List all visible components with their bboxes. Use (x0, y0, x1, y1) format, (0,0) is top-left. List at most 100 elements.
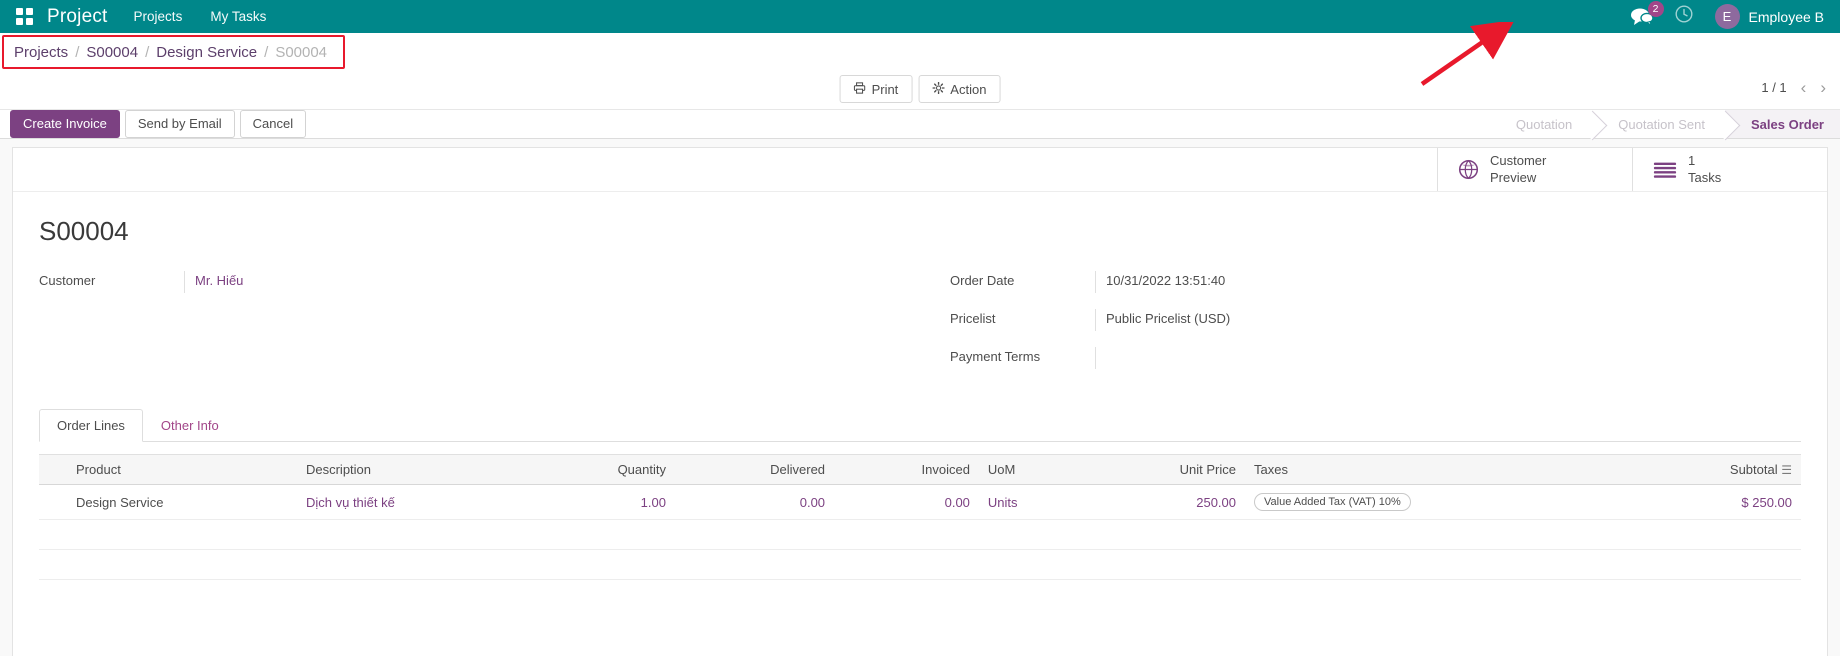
top-navbar: Project Projects My Tasks 2 E (0, 0, 1840, 33)
form-column-right: Order Date 10/31/2022 13:51:40 Pricelist… (920, 271, 1801, 385)
app-brand-project[interactable]: Project (47, 6, 108, 28)
tab-other-info[interactable]: Other Info (143, 409, 237, 442)
column-invoiced[interactable]: Invoiced (834, 455, 979, 485)
stage-sales-order[interactable]: Sales Order (1725, 110, 1840, 138)
column-quantity[interactable]: Quantity (530, 455, 675, 485)
form-column-left: Customer Mr. Hiếu (39, 271, 920, 385)
smart-button-tasks-label: 1 Tasks (1688, 153, 1721, 186)
field-pricelist-label: Pricelist (950, 309, 1095, 326)
nav-item-my-tasks[interactable]: My Tasks (210, 9, 266, 24)
cell-delivered[interactable]: 0.00 (675, 485, 834, 520)
breadcrumb-separator: / (145, 44, 149, 61)
options-toggle-icon[interactable]: ☰ (1781, 463, 1792, 477)
cell-handle (39, 485, 67, 520)
column-unit-price[interactable]: Unit Price (1083, 455, 1245, 485)
smart-button-line1: 1 (1688, 153, 1721, 169)
column-uom[interactable]: UoM (979, 455, 1083, 485)
control-panel: Print Action 1 / (0, 73, 1840, 109)
breadcrumb: Projects / S00004 / Design Service / S00… (2, 35, 345, 69)
cell-unit-price[interactable]: 250.00 (1083, 485, 1245, 520)
statusbar: Create Invoice Send by Email Cancel Quot… (0, 109, 1840, 139)
globe-icon (1458, 159, 1479, 180)
smart-button-customer-preview-label: Customer Preview (1490, 153, 1546, 186)
messages-icon[interactable]: 2 (1631, 8, 1653, 25)
breadcrumb-item-projects[interactable]: Projects (14, 44, 68, 61)
gear-icon (932, 82, 944, 96)
pager: 1 / 1 ‹ › (1761, 79, 1826, 96)
table-header-row: Product Description Quantity Delivered I… (39, 455, 1801, 485)
apps-grid-icon[interactable] (16, 8, 33, 25)
smart-button-tasks[interactable]: 1 Tasks (1632, 148, 1827, 191)
field-pricelist-value[interactable]: Public Pricelist (USD) (1095, 309, 1801, 331)
cell-quantity[interactable]: 1.00 (530, 485, 675, 520)
pager-count: 1 / 1 (1761, 80, 1786, 95)
page-title: S00004 (39, 216, 1801, 247)
cell-empty (39, 550, 1801, 580)
breadcrumb-separator: / (75, 44, 79, 61)
messages-count-badge: 2 (1648, 1, 1664, 17)
sheet-background: Customer Preview (0, 139, 1840, 656)
smart-button-line2: Preview (1490, 170, 1546, 186)
breadcrumb-item-current: S00004 (275, 44, 327, 61)
breadcrumb-item-design-service[interactable]: Design Service (156, 44, 257, 61)
navbar-right-group: 2 E Employee B (1631, 4, 1830, 29)
avatar: E (1715, 4, 1740, 29)
chevron-left-icon[interactable]: ‹ (1801, 79, 1807, 96)
print-button[interactable]: Print (840, 75, 913, 103)
stage-quotation[interactable]: Quotation (1490, 110, 1592, 138)
breadcrumb-item-s00004-project[interactable]: S00004 (86, 44, 138, 61)
status-pipeline: Quotation Quotation Sent Sales Order (1490, 110, 1840, 138)
column-product[interactable]: Product (67, 455, 297, 485)
tasks-icon (1653, 161, 1677, 179)
column-taxes[interactable]: Taxes (1245, 455, 1626, 485)
cell-invoiced[interactable]: 0.00 (834, 485, 979, 520)
order-lines-body: Design Service Dịch vụ thiết kế 1.00 0.0… (39, 485, 1801, 580)
breadcrumb-row: Projects / S00004 / Design Service / S00… (0, 33, 1840, 73)
field-payment-terms-value[interactable] (1095, 347, 1801, 369)
order-lines-header: Product Description Quantity Delivered I… (39, 455, 1801, 485)
column-description[interactable]: Description (297, 455, 530, 485)
odoo-sales-order-page: Project Projects My Tasks 2 E (0, 0, 1840, 656)
printer-icon (854, 82, 866, 96)
statusbar-buttons: Create Invoice Send by Email Cancel (0, 110, 311, 138)
form-fields: Customer Mr. Hiếu Order Date 10/31/2022 … (39, 271, 1801, 385)
smart-button-line2: Tasks (1688, 170, 1721, 186)
order-lines-table: Product Description Quantity Delivered I… (39, 454, 1801, 580)
cell-description[interactable]: Dịch vụ thiết kế (297, 485, 530, 520)
field-pricelist: Pricelist Public Pricelist (USD) (950, 309, 1801, 331)
chevron-right-icon[interactable]: › (1820, 79, 1826, 96)
tab-order-lines[interactable]: Order Lines (39, 409, 143, 442)
field-customer-value[interactable]: Mr. Hiếu (184, 271, 920, 293)
cell-product[interactable]: Design Service (67, 485, 297, 520)
sheet-body: S00004 Customer Mr. Hiếu Order Date 10/3… (13, 192, 1827, 580)
notebook-tabs: Order Lines Other Info (39, 409, 1801, 442)
action-button[interactable]: Action (918, 75, 1000, 103)
column-delivered[interactable]: Delivered (675, 455, 834, 485)
smart-button-line1: Customer (1490, 153, 1546, 169)
table-row[interactable]: Design Service Dịch vụ thiết kế 1.00 0.0… (39, 485, 1801, 520)
stage-quotation-sent[interactable]: Quotation Sent (1592, 110, 1725, 138)
send-by-email-button[interactable]: Send by Email (125, 110, 235, 138)
column-handle (39, 455, 67, 485)
clock-icon[interactable] (1675, 5, 1693, 28)
table-empty-row (39, 550, 1801, 580)
user-name-label: Employee B (1749, 9, 1824, 25)
column-subtotal-label: Subtotal (1730, 462, 1778, 477)
action-button-label: Action (950, 83, 986, 96)
cell-uom[interactable]: Units (979, 485, 1083, 520)
notebook: Order Lines Other Info Product Descripti… (39, 409, 1801, 580)
field-order-date: Order Date 10/31/2022 13:51:40 (950, 271, 1801, 293)
field-order-date-value[interactable]: 10/31/2022 13:51:40 (1095, 271, 1801, 293)
field-payment-terms-label: Payment Terms (950, 347, 1095, 364)
field-customer: Customer Mr. Hiếu (39, 271, 920, 293)
column-subtotal[interactable]: Subtotal ☰ (1626, 455, 1801, 485)
user-menu[interactable]: E Employee B (1715, 4, 1824, 29)
nav-item-projects[interactable]: Projects (134, 9, 183, 24)
smart-buttons-row: Customer Preview (13, 148, 1827, 192)
cancel-button[interactable]: Cancel (240, 110, 306, 138)
smart-button-customer-preview[interactable]: Customer Preview (1437, 148, 1632, 191)
cell-taxes[interactable]: Value Added Tax (VAT) 10% (1245, 485, 1626, 520)
form-sheet: Customer Preview (12, 147, 1828, 656)
create-invoice-button[interactable]: Create Invoice (10, 110, 120, 138)
cell-empty (39, 520, 1801, 550)
